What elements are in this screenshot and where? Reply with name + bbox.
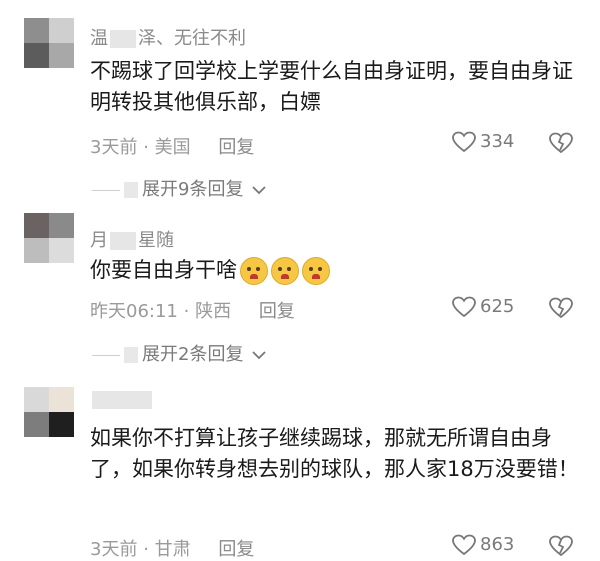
heart-outline-icon — [452, 296, 476, 318]
pleading-face-emoji — [240, 257, 268, 285]
dislike-button[interactable] — [548, 535, 574, 561]
avatar[interactable] — [24, 387, 74, 437]
broken-heart-icon — [549, 297, 573, 319]
dislike-button[interactable] — [548, 132, 574, 158]
like-button[interactable]: 863 — [452, 534, 514, 556]
chevron-down-icon — [252, 351, 266, 360]
username[interactable]: 温泽、无往不利 — [90, 24, 246, 50]
expand-replies-button[interactable]: 展开2条回复 — [92, 340, 266, 366]
heart-outline-icon — [452, 534, 476, 556]
reply-button[interactable]: 回复 — [218, 539, 254, 560]
redacted-block — [92, 391, 152, 409]
expand-replies-button[interactable]: 展开9条回复 — [92, 175, 266, 201]
like-button[interactable]: 334 — [452, 131, 514, 153]
comment-meta: 3天前 · 甘肃 回复 — [90, 539, 255, 560]
broken-heart-icon — [549, 535, 573, 557]
username[interactable]: 月星随 — [90, 226, 174, 252]
divider-line — [92, 189, 120, 191]
comment-text: 不踢球了回学校上学要什么自由身证明，要自由身证明转投其他俱乐部，白嫖 — [90, 59, 573, 114]
heart-outline-icon — [452, 131, 476, 153]
chevron-down-icon — [252, 186, 266, 195]
avatar[interactable] — [24, 18, 74, 68]
comment-text: 你要自由身干啥 — [90, 255, 590, 286]
redacted-block — [124, 347, 138, 363]
pleading-face-emoji — [302, 257, 330, 285]
dislike-button[interactable] — [548, 297, 574, 323]
reply-button[interactable]: 回复 — [259, 301, 295, 322]
redacted-block — [124, 182, 138, 198]
comment-text: 如果你不打算让孩子继续踢球，那就无所谓自由身了，如果你转身想去别的球队，那人家1… — [90, 426, 579, 481]
comment-meta: 昨天06:11 · 陕西 回复 — [90, 301, 295, 322]
comment-meta: 3天前 · 美国 回复 — [90, 137, 255, 158]
like-button[interactable]: 625 — [452, 296, 514, 318]
redacted-block — [110, 30, 136, 48]
pleading-face-emoji — [271, 257, 299, 285]
avatar[interactable] — [24, 213, 74, 263]
redacted-block — [110, 232, 136, 250]
reply-button[interactable]: 回复 — [218, 137, 254, 158]
divider-line — [92, 354, 120, 356]
broken-heart-icon — [549, 132, 573, 154]
username[interactable] — [90, 389, 154, 410]
